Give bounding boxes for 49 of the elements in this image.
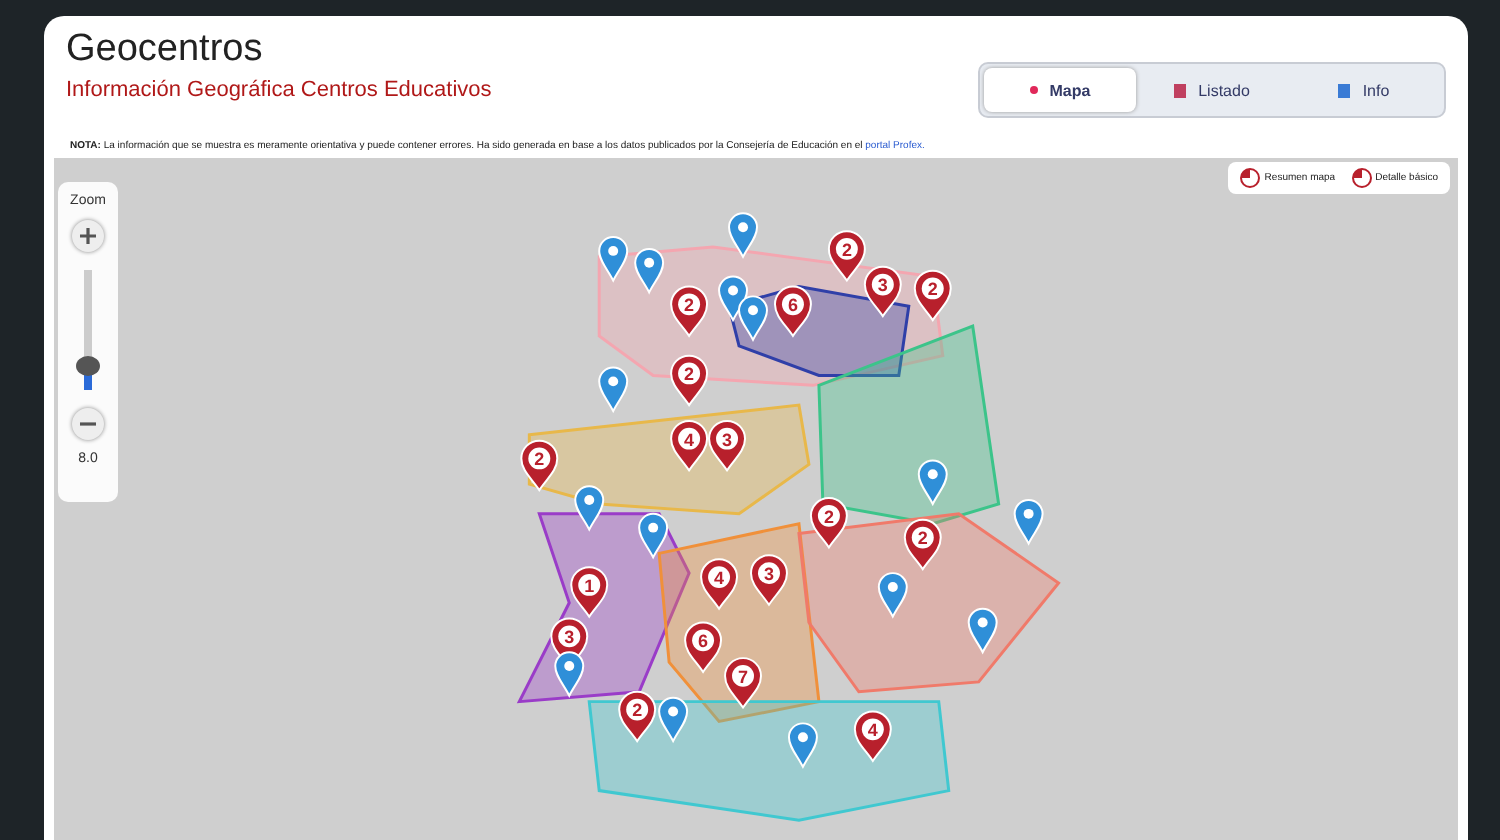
map-pin[interactable] [574, 485, 605, 531]
slider-thumb[interactable] [76, 356, 100, 376]
numbered-pin[interactable]: 2 [913, 269, 952, 322]
numbered-pin[interactable]: 2 [809, 497, 848, 549]
tab-icon [1029, 86, 1038, 94]
legend-marker-icon [1240, 168, 1261, 188]
numbered-pin[interactable]: 3 [863, 265, 902, 318]
app-subtitle: Información Geográfica Centros Educativos [66, 78, 492, 102]
numbered-pin[interactable]: 2 [618, 690, 657, 743]
tab[interactable]: Mapa [984, 68, 1136, 112]
tab[interactable]: Info [1288, 68, 1440, 112]
map-pin[interactable] [728, 212, 758, 258]
map-pin[interactable] [598, 366, 629, 413]
map-pin[interactable] [634, 247, 665, 294]
legend-marker-icon [1351, 168, 1372, 188]
numbered-pin[interactable]: 7 [724, 657, 762, 709]
map-pin[interactable] [554, 651, 585, 697]
map-pin[interactable] [917, 459, 948, 505]
numbered-pin[interactable]: 1 [570, 566, 609, 618]
map-pin[interactable] [738, 295, 768, 341]
zoom-out-button[interactable] [72, 408, 104, 440]
numbered-pin[interactable]: 4 [670, 419, 709, 472]
tab-icon [1174, 83, 1187, 97]
numbered-pin[interactable]: 4 [853, 710, 892, 762]
numbered-pin[interactable]: 2 [827, 230, 866, 282]
map-pin[interactable] [1013, 499, 1044, 545]
region-polygon[interactable] [587, 700, 951, 822]
numbered-pin[interactable]: 2 [903, 518, 942, 571]
tab[interactable]: Listado [1136, 68, 1288, 112]
tab-icon [1338, 83, 1351, 97]
minus-icon [80, 422, 96, 426]
app-title: Geocentros [66, 28, 265, 72]
numbered-pin[interactable]: 3 [750, 554, 788, 606]
map-pin[interactable] [598, 236, 629, 282]
zoom-in-button[interactable] [72, 220, 104, 252]
numbered-pin[interactable]: 2 [670, 285, 709, 337]
numbered-pin[interactable]: 3 [708, 419, 746, 472]
map-pin[interactable] [638, 512, 669, 559]
numbered-pin[interactable]: 6 [773, 285, 812, 337]
region-polygon[interactable] [797, 512, 1061, 694]
numbered-pin[interactable]: 2 [520, 439, 559, 492]
plus-icon [80, 228, 96, 244]
map-pin[interactable] [787, 722, 818, 768]
map-pin[interactable] [877, 572, 908, 618]
map-pin[interactable] [658, 696, 689, 743]
numbered-pin[interactable]: 2 [670, 354, 709, 407]
map-pin[interactable] [967, 607, 998, 654]
numbered-pin[interactable]: 6 [684, 621, 723, 673]
numbered-pin[interactable]: 4 [700, 558, 739, 610]
